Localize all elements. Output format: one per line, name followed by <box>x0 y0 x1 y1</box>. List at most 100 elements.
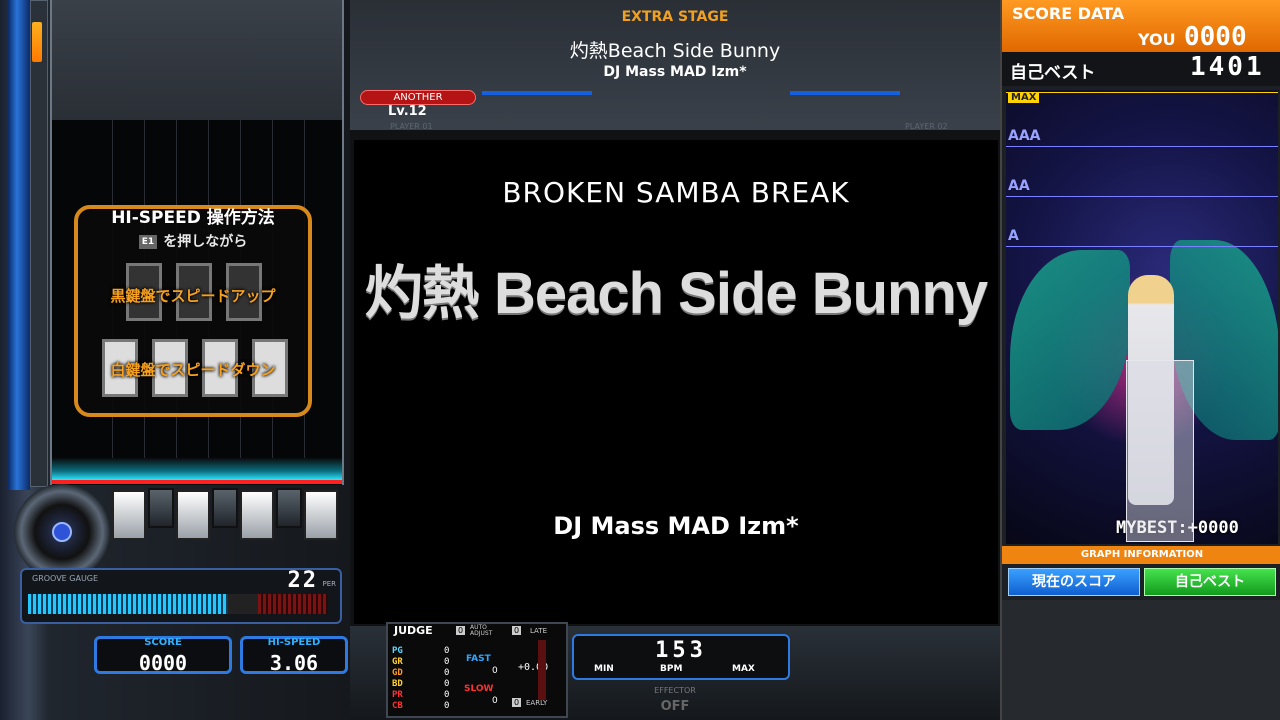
judge-row-label: PG <box>392 646 403 656</box>
rank-label-aaa: AAA <box>1008 128 1041 144</box>
score-label: SCORE <box>144 637 182 648</box>
judge-row-value: 0 <box>444 668 450 678</box>
bpm-min-label: MIN <box>594 664 614 674</box>
key-2[interactable] <box>148 488 174 528</box>
auto-adjust-value: 0 <box>456 626 466 635</box>
key-3[interactable] <box>176 490 210 540</box>
progress-indicator <box>32 22 42 62</box>
early-label: EARLY <box>526 699 548 707</box>
score-data-title: SCORE DATA <box>1012 4 1125 23</box>
judge-row-label: PR <box>392 690 403 700</box>
judge-row-value: 0 <box>444 679 450 689</box>
rank-label-max: MAX <box>1008 92 1040 103</box>
e1-key-icon: E1 <box>138 235 158 249</box>
header-accent <box>482 91 592 95</box>
late-value: 0 <box>512 626 522 635</box>
speed-up-text: 黒鍵盤でスピードアップ <box>110 287 276 305</box>
difficulty-badge: ANOTHER <box>360 90 476 105</box>
hispeed-guide-title: HI-SPEED 操作方法 <box>111 208 275 228</box>
rank-label-a: A <box>1008 228 1019 244</box>
graph-info-title: GRAPH INFORMATION <box>1002 546 1280 564</box>
turntable-center <box>52 522 72 542</box>
score-data-header: SCORE DATA YOU 0000 <box>1002 0 1280 52</box>
groove-gauge-unit: PER <box>322 580 336 588</box>
stage-label: EXTRA STAGE <box>621 9 729 25</box>
rank-line-a <box>1006 246 1278 247</box>
background-animation: BROKEN SAMBA BREAK 灼熱 Beach Side Bunny D… <box>354 140 998 624</box>
judge-row-label: CB <box>392 701 403 711</box>
song-artist: DJ Mass MAD Izm* <box>603 64 747 80</box>
lane-cover <box>52 0 342 120</box>
progress-rail <box>30 0 48 487</box>
groove-gauge-percent: 22 <box>287 568 318 593</box>
judge-row-value: 0 <box>444 690 450 700</box>
judge-line-glow <box>52 458 342 480</box>
score-value: 0000 <box>138 651 188 675</box>
bpm-display: 153 MIN BPM MAX <box>572 634 790 680</box>
judge-row-value: 0 <box>444 657 450 667</box>
slow-label: SLOW <box>464 684 494 694</box>
judge-row-value: 0 <box>444 701 450 711</box>
personal-best-label: 自己ベスト <box>1010 63 1096 83</box>
bpm-value: 153 <box>655 638 707 663</box>
groove-gauge-bar <box>28 594 328 614</box>
judge-row-label: GR <box>392 657 403 667</box>
you-label: YOU <box>1138 30 1176 49</box>
player-side-panel: HI-SPEED 操作方法 E1 を押しながら 黒鍵盤でスピードアップ 白鍵盤でス… <box>0 0 350 720</box>
hispeed-value: 3.06 <box>269 651 319 675</box>
song-artist-large: DJ Mass MAD Izm* <box>553 512 799 540</box>
personal-best-row: 自己ベスト 1401 <box>1002 52 1280 86</box>
rank-line-aaa <box>1006 146 1278 147</box>
groove-gauge-fill <box>28 594 228 614</box>
hispeed-display: HI-SPEED 3.06 <box>240 636 348 675</box>
key-6[interactable] <box>276 488 302 528</box>
late-label: LATE <box>530 627 548 635</box>
song-genre: BROKEN SAMBA BREAK <box>502 176 850 209</box>
personal-best-value: 1401 <box>1190 52 1265 82</box>
right-panel-footer <box>1002 600 1280 720</box>
groove-gauge-clear-zone <box>258 594 328 614</box>
groove-gauge: GROOVE GAUGE 22 PER <box>20 568 342 624</box>
speed-down-text: 白鍵盤でスピードダウン <box>110 361 276 379</box>
hispeed-guide-instruction: E1 を押しながら <box>78 231 308 251</box>
judge-panel: JUDGE PG 0 GR 0 GD 0 BD 0 PR 0 CB 0 0 AU… <box>386 622 568 718</box>
song-header: EXTRA STAGE 灼熱Beach Side Bunny DJ Mass M… <box>350 0 1000 131</box>
rank-label-aa: AA <box>1008 178 1030 194</box>
rank-line-aa <box>1006 196 1278 197</box>
effector-value[interactable]: OFF <box>600 699 750 714</box>
level-label: Lv.12 <box>388 104 427 119</box>
turntable-icon[interactable] <box>14 484 110 580</box>
effector-label: EFFECTOR <box>654 686 696 695</box>
key-5[interactable] <box>240 490 274 540</box>
bpm-max-label: MAX <box>732 664 755 674</box>
auto-adjust-label: AUTO ADJUST <box>470 624 493 637</box>
key-7[interactable] <box>304 490 338 540</box>
song-title: 灼熱Beach Side Bunny <box>569 40 781 62</box>
key-1[interactable] <box>112 490 146 540</box>
score-display: SCORE 0000 <box>94 636 232 675</box>
personal-best-bar <box>1126 360 1194 542</box>
rank-line-max <box>1006 92 1278 93</box>
current-score-button[interactable]: 現在のスコア <box>1008 568 1140 596</box>
judge-line <box>52 480 342 484</box>
hispeed-guide-hold-text: を押しながら <box>163 234 248 250</box>
hispeed-label: HI-SPEED <box>267 637 321 648</box>
player1-label: PLAYER 01 <box>390 122 433 131</box>
judge-row-value: 0 <box>444 646 450 656</box>
slow-value: 0 <box>492 696 498 706</box>
fast-value: 0 <box>492 666 498 676</box>
groove-gauge-label: GROOVE GAUGE <box>32 574 99 583</box>
hispeed-guide: HI-SPEED 操作方法 E1 を押しながら 黒鍵盤でスピードアップ 白鍵盤でス… <box>74 205 312 417</box>
early-value: 0 <box>512 698 522 707</box>
key-4[interactable] <box>212 488 238 528</box>
fast-label: FAST <box>466 654 491 664</box>
judge-row-label: GD <box>392 668 403 678</box>
personal-best-button[interactable]: 自己ベスト <box>1144 568 1276 596</box>
you-score: 0000 <box>1184 22 1247 52</box>
side-light-strip <box>8 0 30 490</box>
judge-row-label: BD <box>392 679 403 689</box>
judge-title: JUDGE <box>394 624 433 637</box>
song-title-large: 灼熱 Beach Side Bunny <box>364 261 988 326</box>
header-accent <box>790 91 900 95</box>
player2-label: PLAYER 02 <box>905 122 948 131</box>
